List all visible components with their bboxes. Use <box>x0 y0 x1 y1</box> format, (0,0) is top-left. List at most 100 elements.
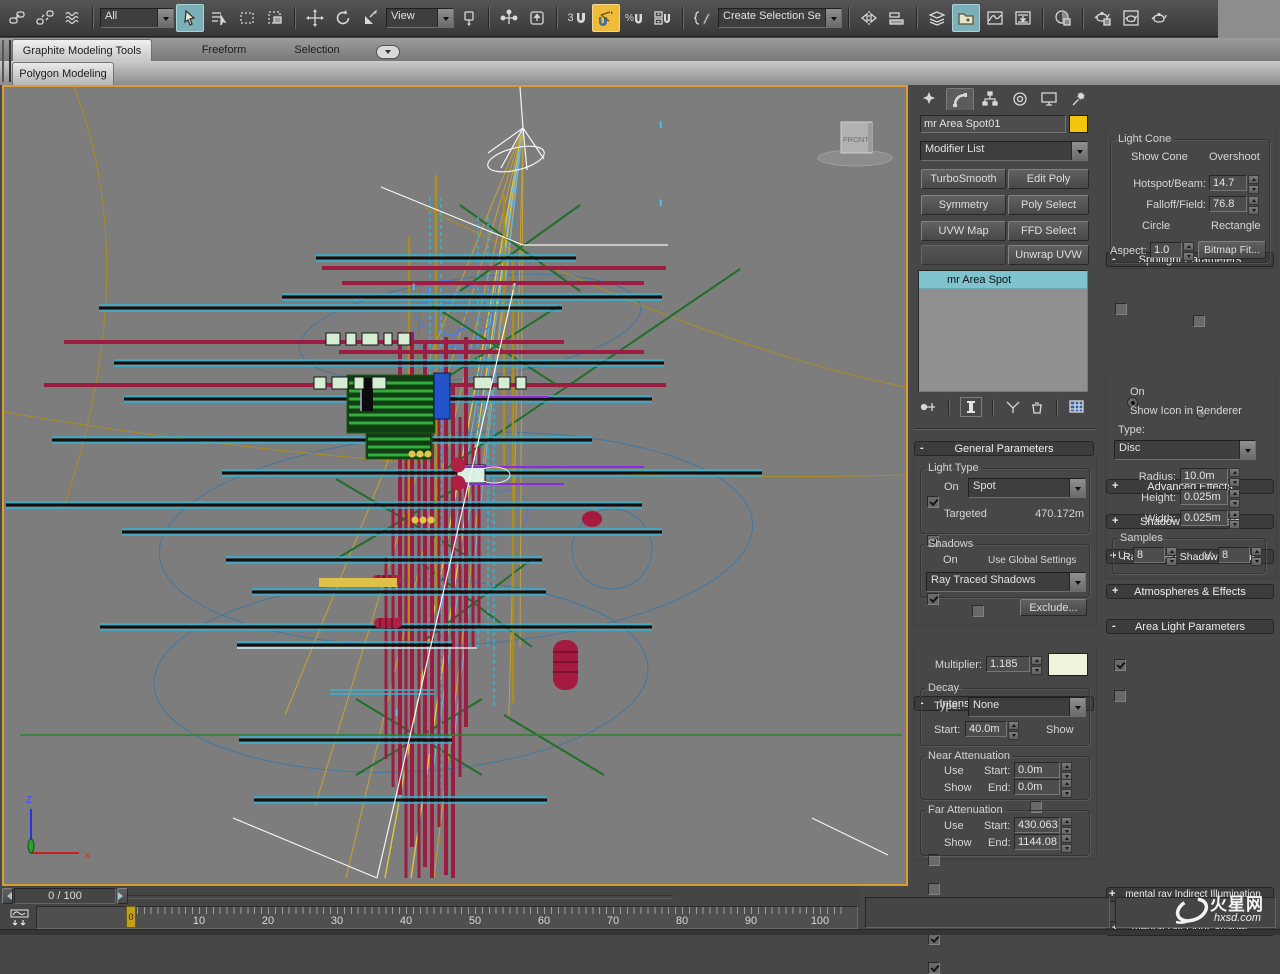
shadows-on-checkbox[interactable] <box>927 593 939 605</box>
chevron-down-icon[interactable] <box>1069 573 1085 591</box>
tab-motion[interactable] <box>1007 88 1034 109</box>
bind-to-space-warp-button[interactable] <box>60 5 86 31</box>
ribbon-toggle-button[interactable] <box>952 4 980 32</box>
rectangular-selection-button[interactable] <box>234 5 260 31</box>
select-and-rotate-button[interactable] <box>330 5 356 31</box>
width-spinner[interactable] <box>1229 510 1240 526</box>
render-production-button[interactable] <box>1146 5 1172 31</box>
light-color-swatch[interactable] <box>1048 653 1088 676</box>
snaps-toggle-button[interactable]: 3 <box>564 5 590 31</box>
rollout-area-light-parameters[interactable]: - Area Light Parameters <box>1106 619 1274 634</box>
curve-editor-button[interactable] <box>982 5 1008 31</box>
angle-snap-toggle-button[interactable] <box>592 4 620 32</box>
uvw-map-button[interactable]: UVW Map <box>921 221 1006 241</box>
chevron-down-icon[interactable] <box>1069 698 1085 716</box>
chevron-down-icon[interactable] <box>1071 142 1087 160</box>
rollout-atmospheres-effects[interactable]: + Atmospheres & Effects <box>1106 584 1274 599</box>
far-end-spinner[interactable] <box>1061 834 1072 850</box>
show-icon-renderer-checkbox[interactable] <box>1114 690 1126 702</box>
select-and-manipulate-button[interactable] <box>496 5 522 31</box>
aspect-field[interactable]: 1.0 <box>1150 242 1182 258</box>
keyboard-override-button[interactable] <box>524 5 550 31</box>
chevron-down-icon[interactable] <box>825 9 841 27</box>
remove-modifier-icon[interactable] <box>1028 399 1046 415</box>
viewcube[interactable]: FRONT <box>818 122 892 166</box>
near-start-field[interactable]: 0.0m <box>1014 762 1060 778</box>
height-field[interactable]: 0.025m <box>1180 489 1228 505</box>
select-and-move-button[interactable] <box>302 5 328 31</box>
tab-create[interactable] <box>916 88 943 109</box>
width-field[interactable]: 0.025m <box>1180 510 1228 526</box>
tab-hierarchy[interactable] <box>977 88 1004 109</box>
unwrap-uvw-button[interactable]: Unwrap UVW <box>1008 245 1089 265</box>
reference-coordinate-dropdown[interactable]: View <box>386 8 454 28</box>
tab-display[interactable] <box>1036 88 1063 109</box>
light-on-checkbox[interactable] <box>927 496 939 508</box>
previous-frame-button[interactable] <box>2 888 13 904</box>
use-pivot-point-button[interactable] <box>456 5 482 31</box>
decay-type-dropdown[interactable]: None <box>968 697 1086 717</box>
far-show-checkbox[interactable] <box>928 962 940 974</box>
hotspot-field[interactable]: 14.7 <box>1209 175 1247 191</box>
falloff-spinner[interactable] <box>1248 196 1259 212</box>
near-show-checkbox[interactable] <box>928 883 940 895</box>
overshoot-checkbox[interactable] <box>1193 315 1205 327</box>
exclude-button[interactable]: Exclude... <box>1020 599 1087 616</box>
radius-spinner[interactable] <box>1229 468 1240 484</box>
edit-poly-button[interactable]: Edit Poly <box>1008 169 1089 189</box>
aspect-spinner[interactable] <box>1183 242 1194 258</box>
multiplier-field[interactable]: 1.185 <box>986 656 1030 672</box>
mirror-button[interactable] <box>856 5 882 31</box>
ribbon-minimize-button[interactable] <box>376 45 400 59</box>
rendered-frame-window-button[interactable] <box>1118 5 1144 31</box>
viewport-front[interactable]: I I I I I FRONT Z x <box>2 85 908 886</box>
bitmap-fit-button[interactable]: Bitmap Fit... <box>1198 241 1266 259</box>
use-global-settings-checkbox[interactable] <box>972 605 984 617</box>
modifier-stack-list[interactable]: mr Area Spot <box>918 270 1088 392</box>
named-selection-set-dropdown[interactable]: Create Selection Se <box>718 8 842 28</box>
far-start-field[interactable]: 430.063 <box>1014 817 1060 833</box>
tab-selection[interactable]: Selection <box>282 41 352 59</box>
select-and-scale-button[interactable] <box>358 5 384 31</box>
percent-snap-button[interactable]: % <box>622 5 648 31</box>
time-slider-handle[interactable]: 0 / 100 <box>14 888 116 904</box>
manage-layers-button[interactable] <box>924 5 950 31</box>
window-crossing-button[interactable] <box>262 5 288 31</box>
material-editor-button[interactable] <box>1050 5 1076 31</box>
chevron-down-icon[interactable] <box>157 9 173 27</box>
select-object-button[interactable] <box>176 4 204 32</box>
make-unique-icon[interactable] <box>1004 399 1022 415</box>
area-type-dropdown[interactable]: Disc <box>1114 440 1256 460</box>
far-end-field[interactable]: 1144.08 <box>1014 834 1060 850</box>
empty-slot-button[interactable] <box>921 245 1006 265</box>
samples-u-spinner[interactable] <box>1166 547 1177 563</box>
select-by-name-button[interactable] <box>206 5 232 31</box>
pin-stack-icon[interactable] <box>920 399 938 415</box>
spinner-snap-button[interactable] <box>650 5 676 31</box>
align-button[interactable] <box>884 5 910 31</box>
tab-freeform[interactable]: Freeform <box>185 41 263 59</box>
selection-filter-dropdown[interactable]: All <box>100 8 174 28</box>
decay-start-spinner[interactable] <box>1008 721 1019 737</box>
select-and-link-button[interactable] <box>4 5 30 31</box>
ribbon-grip-handle[interactable] <box>2 40 11 82</box>
object-name-field[interactable]: mr Area Spot01 <box>920 115 1066 133</box>
rollout-general-parameters[interactable]: - General Parameters <box>914 441 1094 456</box>
light-type-dropdown[interactable]: Spot <box>968 478 1086 498</box>
show-cone-checkbox[interactable] <box>1115 303 1127 315</box>
radius-field[interactable]: 10.0m <box>1180 468 1228 484</box>
far-start-spinner[interactable] <box>1061 817 1072 833</box>
open-mini-curve-editor-button[interactable] <box>7 907 33 928</box>
samples-v-field[interactable]: 8 <box>1218 547 1250 563</box>
poly-select-button[interactable]: Poly Select <box>1008 195 1089 215</box>
schematic-view-button[interactable] <box>1010 5 1036 31</box>
tab-utilities[interactable] <box>1066 88 1093 109</box>
height-spinner[interactable] <box>1229 489 1240 505</box>
chevron-down-icon[interactable] <box>1239 441 1255 459</box>
object-color-swatch[interactable] <box>1069 115 1088 133</box>
configure-modifier-sets-icon[interactable] <box>1068 399 1086 415</box>
symmetry-button[interactable]: Symmetry <box>921 195 1006 215</box>
shadow-generator-dropdown[interactable]: Ray Traced Shadows <box>926 572 1086 592</box>
samples-v-spinner[interactable] <box>1251 547 1262 563</box>
render-setup-button[interactable] <box>1090 5 1116 31</box>
